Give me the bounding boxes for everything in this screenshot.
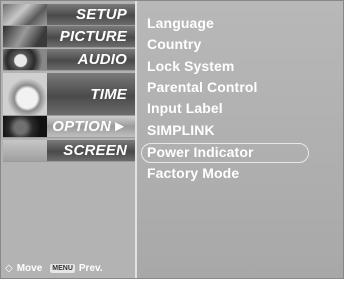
tab-setup[interactable]: SETUP bbox=[3, 4, 135, 26]
prev-hint-label: Prev. bbox=[78, 263, 103, 274]
move-hint-label: Move bbox=[16, 263, 43, 274]
menu-item-input-label[interactable]: Input Label bbox=[147, 100, 223, 116]
picture-thumbnail-icon bbox=[3, 26, 47, 47]
tab-screen[interactable]: SCREEN bbox=[3, 140, 135, 162]
tab-picture-label: PICTURE bbox=[59, 28, 127, 45]
time-thumbnail-icon bbox=[3, 73, 47, 115]
screen-thumbnail-icon bbox=[3, 140, 47, 161]
setup-thumbnail-icon bbox=[3, 4, 47, 25]
menu-item-power-indicator[interactable]: Power Indicator bbox=[147, 144, 254, 160]
tab-setup-label: SETUP bbox=[75, 6, 127, 23]
osd-menu-window: SETUP PICTURE AUDIO TIME OPTION ► SCREEN… bbox=[0, 0, 344, 279]
tab-option-label: OPTION bbox=[52, 118, 111, 135]
option-thumbnail-icon bbox=[3, 116, 47, 137]
menu-key-icon: MENU bbox=[50, 264, 75, 273]
menu-item-simplink[interactable]: SIMPLINK bbox=[147, 122, 215, 138]
menu-item-country[interactable]: Country bbox=[147, 36, 201, 52]
tab-option[interactable]: OPTION ► bbox=[3, 116, 135, 138]
tab-audio[interactable]: AUDIO bbox=[3, 49, 135, 71]
navigation-hint: ◇ Move MENU Prev. bbox=[5, 263, 103, 274]
tab-time-label: TIME bbox=[90, 86, 127, 103]
category-tab-column: SETUP PICTURE AUDIO TIME OPTION ► SCREEN… bbox=[1, 1, 137, 278]
move-navigation-icon: ◇ bbox=[5, 263, 13, 274]
tab-time[interactable]: TIME bbox=[3, 73, 135, 116]
tab-screen-label: SCREEN bbox=[63, 142, 127, 159]
tab-audio-label: AUDIO bbox=[77, 51, 127, 68]
menu-item-language[interactable]: Language bbox=[147, 15, 214, 31]
right-arrow-icon: ► bbox=[112, 118, 127, 135]
menu-item-factory-mode[interactable]: Factory Mode bbox=[147, 165, 239, 181]
menu-item-lock-system[interactable]: Lock System bbox=[147, 58, 234, 74]
audio-thumbnail-icon bbox=[3, 49, 47, 70]
tab-picture[interactable]: PICTURE bbox=[3, 26, 135, 48]
option-submenu: Language Country Lock System Parental Co… bbox=[139, 1, 343, 278]
menu-item-parental-control[interactable]: Parental Control bbox=[147, 79, 258, 95]
